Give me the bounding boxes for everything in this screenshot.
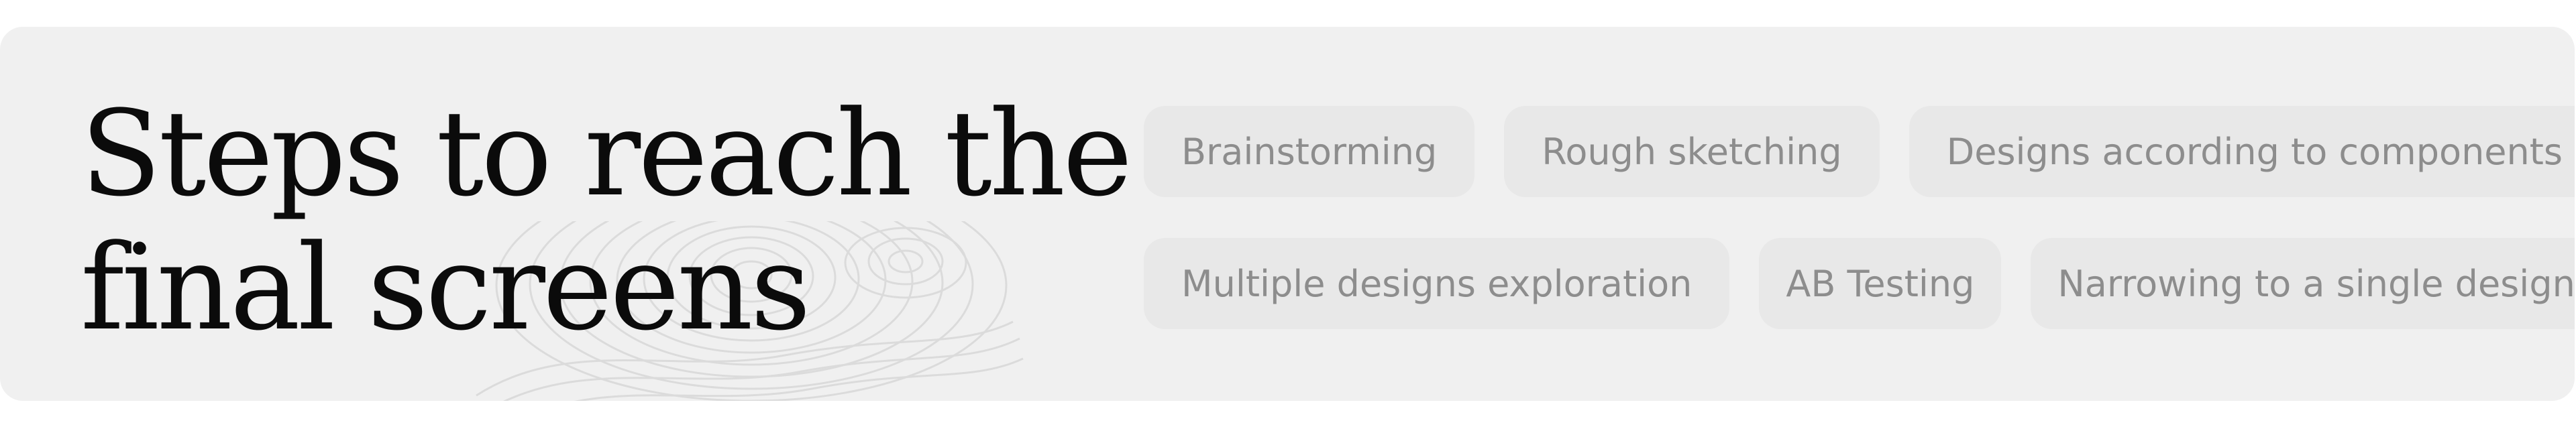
- step-chip-multiple-designs-exploration[interactable]: Multiple designs exploration: [1144, 238, 1730, 329]
- steps-card: Steps to reach the final screens Brainst…: [0, 27, 2575, 401]
- title-line-2: final screens: [80, 219, 811, 357]
- step-chip-ab-testing[interactable]: AB Testing: [1759, 238, 2002, 329]
- page-title: Steps to reach the final screens: [80, 85, 1132, 357]
- step-chip-brainstorming[interactable]: Brainstorming: [1144, 106, 1475, 197]
- steps-row-1: Brainstorming Rough sketching Designs ac…: [1144, 106, 2575, 197]
- steps-row-2: Multiple designs exploration AB Testing …: [1144, 238, 2575, 329]
- step-chip-designs-according-to-components[interactable]: Designs according to components: [1909, 106, 2575, 197]
- step-chip-narrowing-to-single-design[interactable]: Narrowing to a single design: [2031, 238, 2575, 329]
- title-line-1: Steps to reach the: [80, 85, 1132, 223]
- step-chip-rough-sketching[interactable]: Rough sketching: [1504, 106, 1880, 197]
